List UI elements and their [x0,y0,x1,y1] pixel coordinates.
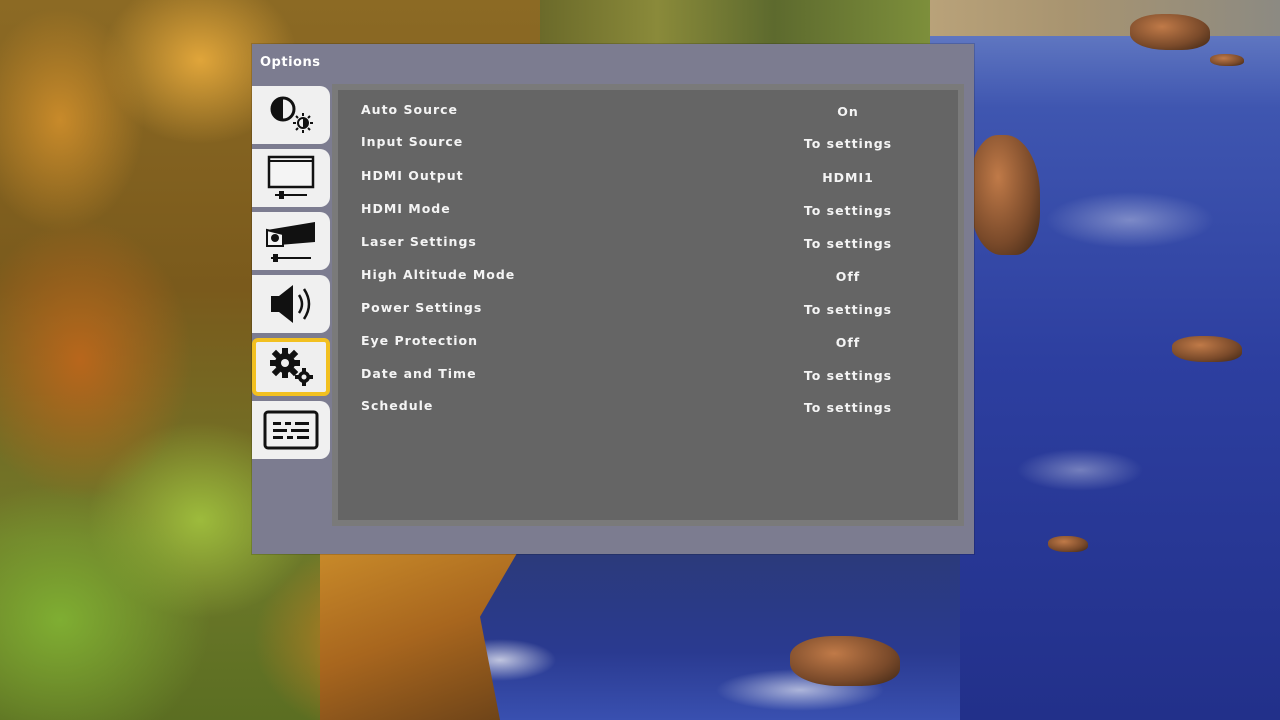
tab-information[interactable] [252,401,330,459]
setting-row-input-source[interactable]: Input Source To settings [338,134,958,154]
setting-row-eye-protection[interactable]: Eye Protection Off [338,333,958,353]
info-panel-icon [263,410,319,450]
setting-value: On [837,104,859,119]
osd-title: Options [260,55,321,70]
setting-value: To settings [803,203,893,218]
distant-cliffs [930,0,1280,36]
setting-label: Date and Time [361,366,477,381]
setting-row-date-and-time[interactable]: Date and Time To settings [338,366,958,386]
setting-value: HDMI1 [822,170,874,185]
rock [1172,336,1242,362]
setting-row-power-settings[interactable]: Power Settings To settings [338,300,958,320]
setting-label: Eye Protection [361,333,479,348]
setting-value: Off [835,335,861,350]
tab-audio[interactable] [252,275,330,333]
tab-options[interactable] [252,338,330,396]
rock [1130,14,1210,50]
setting-label: HDMI Mode [361,201,451,216]
setting-label: Input Source [361,134,464,149]
rock [790,636,900,686]
rock [1048,536,1088,552]
setting-value: Off [835,269,861,284]
setting-label: Schedule [361,398,434,413]
setting-row-laser-settings[interactable]: Laser Settings To settings [338,234,958,254]
sea-foreground [440,550,960,720]
forest-top-background [540,0,930,46]
gears-icon [270,348,313,386]
setting-value: To settings [803,368,893,383]
rock [970,135,1040,255]
tab-screen[interactable] [252,149,330,207]
setting-row-schedule[interactable]: Schedule To settings [338,398,958,418]
setting-row-hdmi-output[interactable]: HDMI Output HDMI1 [338,168,958,188]
setting-row-high-altitude-mode[interactable]: High Altitude Mode Off [338,267,958,287]
rock [1210,54,1244,66]
setting-row-auto-source[interactable]: Auto Source On [338,102,958,122]
setting-value: To settings [803,302,893,317]
setting-value: To settings [803,236,893,251]
setting-value: To settings [803,400,893,415]
setting-label: HDMI Output [361,168,464,183]
setting-label: Auto Source [361,102,459,117]
projector-setup-icon [266,222,315,262]
osd-menu-window: Options Auto Source On Input Source To s… [252,44,974,554]
tab-installation[interactable] [252,212,330,270]
tab-picture[interactable] [252,86,330,144]
contrast-brightness-icon [270,96,313,133]
setting-label: Power Settings [361,300,483,315]
speaker-volume-icon [271,285,311,323]
setting-value: To settings [803,136,893,151]
screen-projection-icon [267,155,315,199]
options-settings-panel: Auto Source On Input Source To settings … [332,84,964,526]
setting-label: Laser Settings [361,234,477,249]
setting-row-hdmi-mode[interactable]: HDMI Mode To settings [338,201,958,221]
setting-label: High Altitude Mode [361,267,516,282]
